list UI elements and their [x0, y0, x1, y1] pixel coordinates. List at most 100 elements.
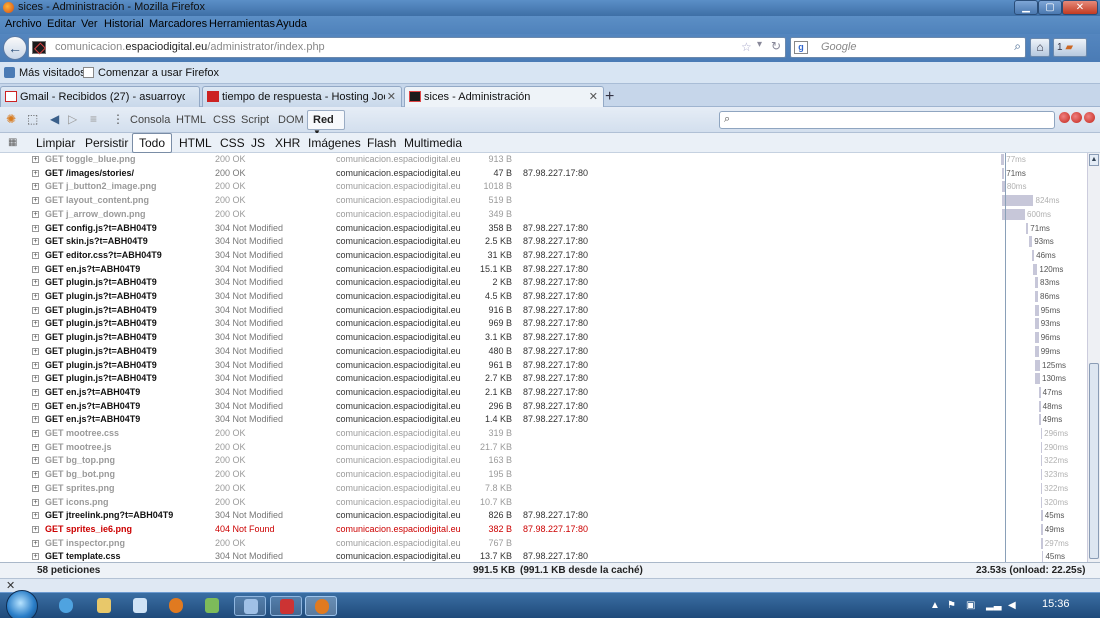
- clock[interactable]: 15:36: [1042, 598, 1070, 610]
- request-row[interactable]: + GET editor.css?t=ABH04T9 304 Not Modifie…: [0, 249, 1087, 263]
- expand-icon[interactable]: +: [32, 183, 39, 191]
- fb-tab-dom[interactable]: DOM: [278, 114, 304, 126]
- timeline-bar[interactable]: [1041, 537, 1043, 549]
- request-row[interactable]: + GET skin.js?t=ABH04T9 304 Not Modified co…: [0, 235, 1087, 249]
- expand-icon[interactable]: +: [32, 471, 39, 479]
- firebug-search-input[interactable]: ⌕: [719, 111, 1055, 129]
- request-row[interactable]: + GET plugin.js?t=ABH04T9 304 Not Modified…: [0, 359, 1087, 373]
- net-btn-js[interactable]: JS: [251, 136, 265, 150]
- menu-editar[interactable]: Editar: [47, 18, 76, 30]
- net-btn-todo[interactable]: Todo: [132, 133, 172, 153]
- expand-icon[interactable]: +: [32, 484, 39, 492]
- request-url[interactable]: GET sprites_ie6.png: [45, 523, 132, 536]
- timeline-bar[interactable]: [1038, 386, 1041, 398]
- menu-ver[interactable]: Ver: [81, 18, 98, 30]
- tab-close-icon[interactable]: ✕: [589, 90, 598, 103]
- tray-app-icon[interactable]: ▣: [966, 600, 975, 611]
- timeline-bar[interactable]: [1038, 400, 1041, 412]
- request-url[interactable]: GET en.js?t=ABH04T9: [45, 386, 140, 399]
- request-row[interactable]: + GET plugin.js?t=ABH04T9 304 Not Modified…: [0, 372, 1087, 386]
- expand-icon[interactable]: +: [32, 156, 39, 163]
- scroll-up-icon[interactable]: ▲: [1089, 154, 1099, 166]
- menu-herramientas[interactable]: Herramientas: [209, 18, 275, 30]
- expand-icon[interactable]: +: [32, 525, 39, 533]
- request-row[interactable]: + GET en.js?t=ABH04T9 304 Not Modified comu…: [0, 386, 1087, 400]
- fb-detach-icon[interactable]: [1071, 112, 1082, 123]
- back-button[interactable]: ←: [3, 36, 27, 60]
- request-url[interactable]: GET plugin.js?t=ABH04T9: [45, 317, 157, 330]
- ie-icon[interactable]: [50, 596, 82, 616]
- tab-sices-admin[interactable]: sices - Administración ✕: [404, 86, 604, 108]
- bookmark-most-visited[interactable]: Más visitados: [19, 67, 86, 79]
- search-box[interactable]: g Google ⌕: [790, 37, 1026, 58]
- request-url[interactable]: GET /images/stories/: [45, 167, 134, 180]
- tab-gmail[interactable]: Gmail - Recibidos (27) - asuarroyo@g...: [0, 86, 200, 107]
- reload-icon[interactable]: ↻: [771, 39, 781, 53]
- tray-volume-icon[interactable]: ◀: [1008, 600, 1016, 611]
- request-row[interactable]: + GET plugin.js?t=ABH04T9 304 Not Modified…: [0, 276, 1087, 290]
- request-url[interactable]: GET bg_top.png: [45, 454, 115, 467]
- request-url[interactable]: GET config.js?t=ABH04T9: [45, 222, 157, 235]
- timeline-bar[interactable]: [1034, 332, 1039, 344]
- timeline-bar[interactable]: [1038, 414, 1041, 426]
- request-row[interactable]: + GET j_button2_image.png 200 OK comunicaci…: [0, 180, 1087, 194]
- timeline-bar[interactable]: [1032, 249, 1035, 261]
- request-row[interactable]: + GET en.js?t=ABH04T9 304 Not Modified comu…: [0, 413, 1087, 427]
- expand-icon[interactable]: +: [32, 293, 39, 300]
- minimize-button[interactable]: ▁: [1014, 0, 1038, 15]
- timeline-bar[interactable]: [1034, 277, 1039, 289]
- bookmark-getting-started[interactable]: Comenzar a usar Firefox: [98, 67, 219, 79]
- request-row[interactable]: + GET toggle_blue.png 200 OK comunicacion.e…: [0, 153, 1087, 167]
- timeline-bar[interactable]: [1001, 154, 1005, 165]
- timeline-bar[interactable]: [1040, 482, 1043, 494]
- firebug-bug-icon[interactable]: ✺: [6, 112, 16, 126]
- vertical-scrollbar[interactable]: ▲ ▼: [1087, 153, 1100, 578]
- request-row[interactable]: + GET sprites_ie6.png 404 Not Found comunic…: [0, 523, 1087, 537]
- request-row[interactable]: + GET plugin.js?t=ABH04T9 304 Not Modified…: [0, 317, 1087, 331]
- expand-icon[interactable]: +: [32, 416, 39, 424]
- request-row[interactable]: + GET en.js?t=ABH04T9 304 Not Modified comu…: [0, 263, 1087, 277]
- more-icon[interactable]: ⋮: [112, 112, 124, 126]
- fb-minimize-icon[interactable]: [1059, 112, 1070, 123]
- timeline-bar[interactable]: [1034, 373, 1040, 385]
- request-url[interactable]: GET j_button2_image.png: [45, 180, 157, 193]
- expand-icon[interactable]: +: [32, 430, 39, 437]
- close-button[interactable]: ✕: [1062, 0, 1098, 15]
- request-url[interactable]: GET j_arrow_down.png: [45, 208, 146, 221]
- request-url[interactable]: GET plugin.js?t=ABH04T9: [45, 345, 157, 358]
- expand-icon[interactable]: +: [32, 265, 39, 273]
- new-tab-button[interactable]: +: [605, 88, 614, 106]
- google-engine-icon[interactable]: g: [794, 41, 808, 54]
- fb-tab-css[interactable]: CSS: [213, 114, 236, 126]
- tab-close-icon[interactable]: ✕: [387, 90, 396, 103]
- request-row[interactable]: + GET plugin.js?t=ABH04T9 304 Not Modified…: [0, 290, 1087, 304]
- timeline-bar[interactable]: [1041, 523, 1043, 535]
- net-btn-html[interactable]: HTML: [179, 136, 212, 150]
- request-url[interactable]: GET sprites.png: [45, 482, 115, 495]
- request-url[interactable]: GET bg_bot.png: [45, 468, 115, 481]
- explorer-folder-icon[interactable]: [88, 596, 120, 616]
- scroll-thumb[interactable]: [1089, 363, 1099, 559]
- request-row[interactable]: + GET inspector.png 200 OK comunicacion.esp…: [0, 537, 1087, 551]
- request-row[interactable]: + GET plugin.js?t=ABH04T9 304 Not Modified…: [0, 331, 1087, 345]
- request-url[interactable]: GET skin.js?t=ABH04T9: [45, 235, 148, 248]
- timeline-bar[interactable]: [1034, 359, 1040, 371]
- request-url[interactable]: GET en.js?t=ABH04T9: [45, 263, 140, 276]
- timeline-bar[interactable]: [1028, 236, 1033, 248]
- expand-icon[interactable]: +: [32, 279, 39, 287]
- request-url[interactable]: GET plugin.js?t=ABH04T9: [45, 304, 157, 317]
- tray-network-icon[interactable]: ▂▃: [986, 600, 1001, 611]
- search-icon[interactable]: ⌕: [1014, 39, 1021, 54]
- net-btn-persistir[interactable]: Persistir: [85, 136, 128, 150]
- request-url[interactable]: GET en.js?t=ABH04T9: [45, 413, 140, 426]
- expand-icon[interactable]: +: [32, 334, 39, 342]
- request-url[interactable]: GET plugin.js?t=ABH04T9: [45, 331, 157, 344]
- expand-icon[interactable]: +: [32, 539, 39, 547]
- expand-icon[interactable]: +: [32, 512, 39, 520]
- timeline-bar[interactable]: [1001, 167, 1005, 179]
- menu-marcadores[interactable]: Marcadores: [149, 18, 207, 30]
- request-row[interactable]: + GET plugin.js?t=ABH04T9 304 Not Modified…: [0, 345, 1087, 359]
- request-row[interactable]: + GET config.js?t=ABH04T9 304 Not Modified…: [0, 222, 1087, 236]
- net-btn-imagenes[interactable]: Imágenes: [308, 136, 361, 150]
- request-row[interactable]: + GET mootree.css 200 OK comunicacion.espac…: [0, 427, 1087, 441]
